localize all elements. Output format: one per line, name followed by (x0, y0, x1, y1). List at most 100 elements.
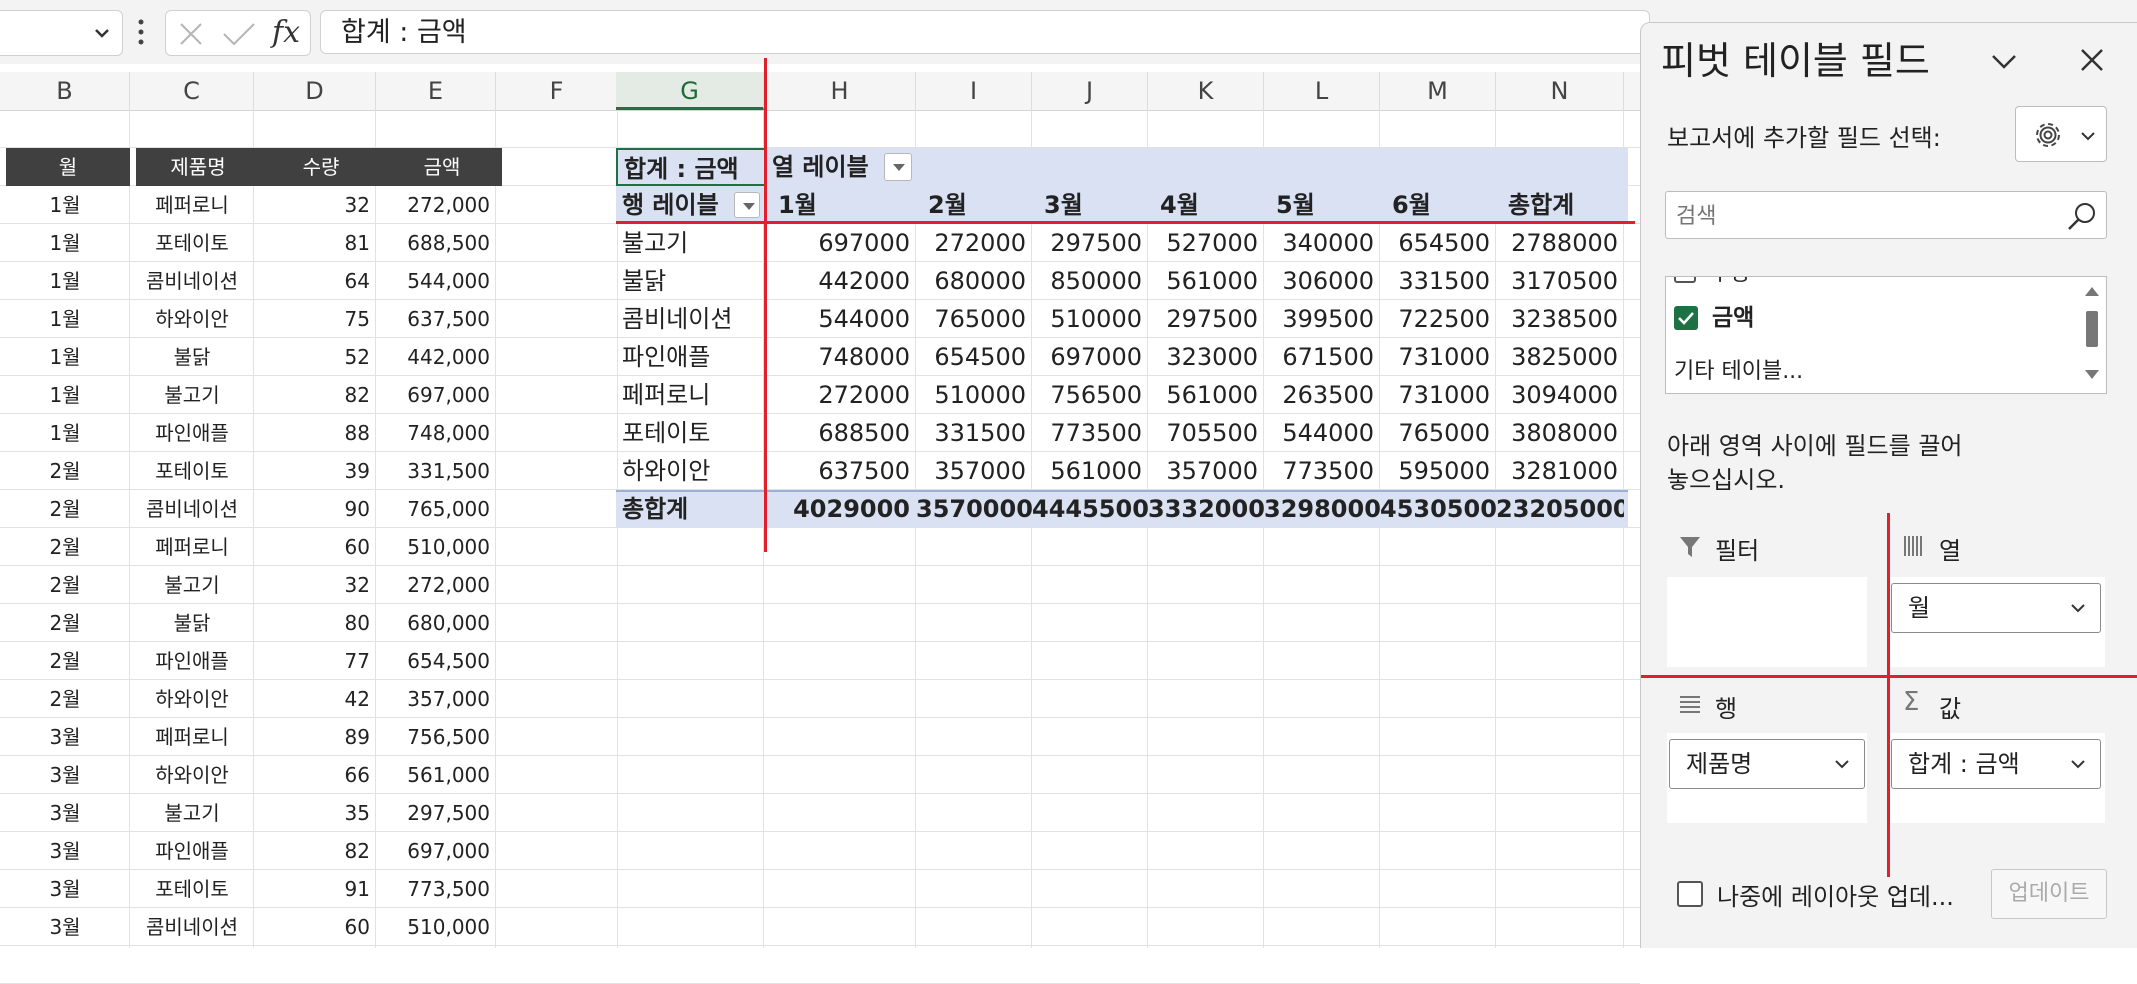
pivot-value-cell[interactable]: 561000 (1148, 262, 1264, 300)
pivot-column-header[interactable]: 1월 (772, 186, 916, 224)
source-header-cell[interactable]: 제품명 (136, 148, 260, 186)
source-data-cell[interactable]: 35 (254, 794, 376, 832)
source-data-cell[interactable]: 756,500 (376, 718, 496, 756)
source-data-cell[interactable]: 544,000 (376, 262, 496, 300)
source-data-cell[interactable]: 654,500 (376, 642, 496, 680)
scroll-up-icon[interactable] (2084, 285, 2100, 297)
source-data-cell[interactable]: 3월 (0, 832, 130, 870)
pivot-value-cell[interactable]: 637500 (766, 452, 916, 490)
pivot-value-cell[interactable]: 544000 (766, 300, 916, 338)
column-header-c[interactable]: C (130, 72, 254, 110)
more-options-icon[interactable] (134, 14, 148, 50)
source-data-cell[interactable]: 773,500 (376, 870, 496, 908)
pivot-value-cell[interactable]: 756500 (1032, 376, 1148, 414)
source-data-cell[interactable]: 1월 (0, 414, 130, 452)
pivot-total-cell[interactable]: 3570000 (916, 490, 1032, 528)
search-input[interactable] (1674, 198, 2038, 234)
confirm-icon[interactable] (222, 21, 256, 47)
source-data-cell[interactable]: 2월 (0, 452, 130, 490)
pivot-value-cell[interactable]: 705500 (1148, 414, 1264, 452)
pivot-value-cell[interactable]: 272000 (766, 376, 916, 414)
source-data-cell[interactable]: 60 (254, 528, 376, 566)
source-data-cell[interactable]: 페퍼로니 (130, 718, 254, 756)
chevron-down-icon[interactable] (92, 23, 112, 43)
chevron-down-icon[interactable] (1989, 49, 2019, 73)
pivot-column-header[interactable]: 2월 (922, 186, 1032, 224)
pivot-value-cell[interactable]: 306000 (1264, 262, 1380, 300)
source-data-cell[interactable]: 하와이안 (130, 756, 254, 794)
defer-update-checkbox[interactable] (1677, 881, 1703, 907)
filter-drop-zone[interactable] (1667, 577, 1867, 667)
pivot-value-cell[interactable]: 654500 (1380, 224, 1496, 262)
pivot-grand-total-label[interactable]: 총합계 (616, 490, 764, 528)
source-data-cell[interactable]: 3월 (0, 870, 130, 908)
formula-input[interactable]: 합계 : 금액 (320, 10, 1650, 54)
source-data-cell[interactable]: 60 (254, 908, 376, 946)
source-data-cell[interactable]: 697,000 (376, 376, 496, 414)
source-data-cell[interactable]: 1월 (0, 262, 130, 300)
source-data-cell[interactable]: 77 (254, 642, 376, 680)
cancel-icon[interactable] (178, 21, 204, 47)
pivot-value-cell[interactable]: 697000 (1032, 338, 1148, 376)
source-header-cell[interactable]: 수량 (260, 148, 382, 186)
source-data-cell[interactable]: 2월 (0, 680, 130, 718)
pivot-value-cell[interactable]: 680000 (916, 262, 1032, 300)
source-data-cell[interactable]: 52 (254, 338, 376, 376)
pivot-value-cell[interactable]: 331500 (1380, 262, 1496, 300)
source-data-cell[interactable]: 510,000 (376, 528, 496, 566)
chevron-down-icon[interactable] (1834, 757, 1850, 771)
insert-function-icon[interactable]: fx (272, 15, 300, 50)
pivot-value-cell[interactable]: 671500 (1264, 338, 1380, 376)
pivot-value-cell[interactable]: 357000 (1148, 452, 1264, 490)
source-data-cell[interactable]: 357,000 (376, 680, 496, 718)
column-header-m[interactable]: M (1380, 72, 1496, 110)
scroll-down-icon[interactable] (2084, 369, 2100, 381)
source-data-cell[interactable]: 불고기 (130, 794, 254, 832)
source-data-cell[interactable]: 688,500 (376, 224, 496, 262)
pivot-value-cell[interactable]: 510000 (1032, 300, 1148, 338)
column-header-n[interactable]: N (1496, 72, 1624, 110)
column-header-e[interactable]: E (376, 72, 496, 110)
source-data-cell[interactable]: 2월 (0, 566, 130, 604)
source-data-cell[interactable]: 1월 (0, 186, 130, 224)
column-filter-dropdown[interactable] (884, 153, 912, 181)
pivot-row-name[interactable]: 하와이안 (616, 452, 764, 490)
values-field-pill[interactable]: 합계 : 금액 (1891, 739, 2101, 789)
source-data-cell[interactable]: 32 (254, 186, 376, 224)
source-data-cell[interactable]: 1월 (0, 376, 130, 414)
pivot-value-cell[interactable]: 731000 (1380, 376, 1496, 414)
source-data-cell[interactable]: 66 (254, 756, 376, 794)
source-data-cell[interactable]: 포테이토 (130, 224, 254, 262)
source-data-cell[interactable]: 파인애플 (130, 642, 254, 680)
column-header-k[interactable]: K (1148, 72, 1264, 110)
pivot-row-name[interactable]: 불고기 (616, 224, 764, 262)
field-list[interactable]: 수량 금액 기타 테이블... (1665, 276, 2107, 394)
source-data-cell[interactable]: 파인애플 (130, 832, 254, 870)
source-data-cell[interactable]: 콤비네이션 (130, 908, 254, 946)
scrollbar[interactable] (2078, 277, 2106, 393)
pivot-row-name[interactable]: 페퍼로니 (616, 376, 764, 414)
pivot-value-cell[interactable]: 399500 (1264, 300, 1380, 338)
source-data-cell[interactable]: 3월 (0, 718, 130, 756)
source-header-cell[interactable]: 월 (6, 148, 130, 186)
pivot-value-cell[interactable]: 3808000 (1496, 414, 1624, 452)
source-data-cell[interactable]: 510,000 (376, 908, 496, 946)
source-data-cell[interactable]: 1월 (0, 338, 130, 376)
source-data-cell[interactable]: 2월 (0, 528, 130, 566)
pivot-value-cell[interactable]: 340000 (1264, 224, 1380, 262)
source-data-cell[interactable]: 680,000 (376, 604, 496, 642)
source-header-cell[interactable]: 금액 (382, 148, 502, 186)
source-data-cell[interactable]: 64 (254, 262, 376, 300)
source-data-cell[interactable]: 2월 (0, 642, 130, 680)
pivot-value-cell[interactable]: 510000 (916, 376, 1032, 414)
pivot-value-cell[interactable]: 297500 (1148, 300, 1264, 338)
update-button[interactable]: 업데이트 (1991, 869, 2107, 919)
pivot-total-cell[interactable]: 3298000 (1264, 490, 1380, 528)
pivot-column-header[interactable]: 총합계 (1502, 186, 1624, 224)
source-data-cell[interactable]: 442,000 (376, 338, 496, 376)
source-data-cell[interactable]: 파인애플 (130, 414, 254, 452)
pivot-value-cell[interactable]: 331500 (916, 414, 1032, 452)
source-data-cell[interactable]: 82 (254, 376, 376, 414)
name-box[interactable] (0, 10, 123, 56)
pivot-row-name[interactable]: 불닭 (616, 262, 764, 300)
